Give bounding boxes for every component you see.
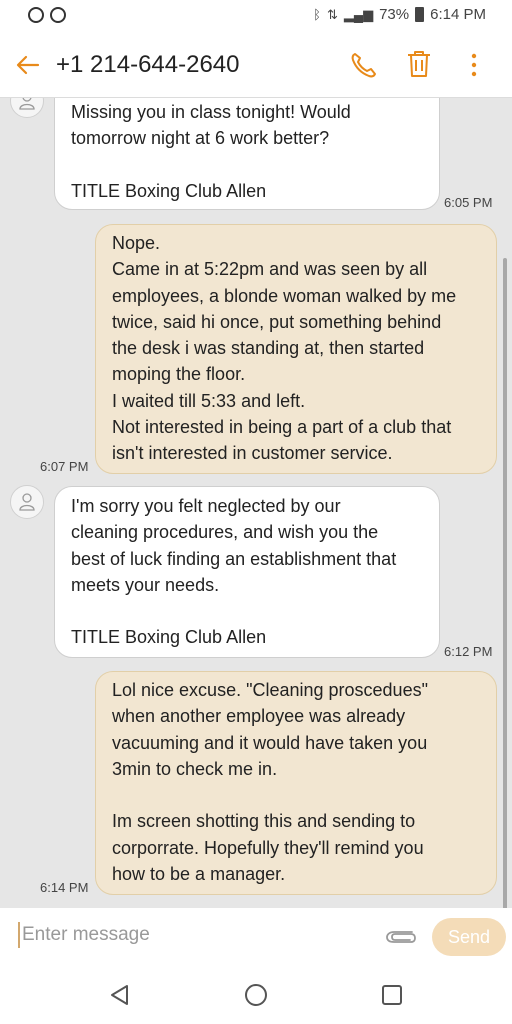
message-line: TITLE Boxing Club Allen <box>71 627 267 648</box>
message-line: moping the floor. <box>112 364 246 385</box>
message-line: twice, said hi once, put something behin… <box>112 311 442 332</box>
scrollbar[interactable] <box>503 258 507 908</box>
status-right: ᛒ ⇅ ▂▄▆ 73% 6:14 PM <box>313 6 486 23</box>
message-input[interactable]: Enter message <box>18 922 150 948</box>
contact-avatar-icon[interactable] <box>10 98 44 118</box>
phone-icon[interactable] <box>349 50 379 80</box>
message-line: Not interested in being a part of a club… <box>112 417 452 438</box>
status-bar: ᛒ ⇅ ▂▄▆ 73% 6:14 PM <box>0 0 512 32</box>
app-bar: +1 214-644-2640 <box>0 32 512 98</box>
notification-icons <box>28 7 66 23</box>
message-line: TITLE Boxing Club Allen <box>71 180 267 201</box>
message-line: Missing you in class tonight! Would <box>71 102 351 122</box>
message-line: meets your needs. <box>71 574 220 595</box>
notification-icon <box>50 7 66 23</box>
message-line: best of luck finding an establishment th… <box>71 548 397 569</box>
message-line: I waited till 5:33 and left. <box>112 390 306 411</box>
composer: Enter message Send <box>0 908 512 964</box>
contact-title: +1 214-644-2640 <box>56 51 240 78</box>
message-bubble-outgoing[interactable]: Nope. Came in at 5:22pm and was seen by … <box>95 224 497 474</box>
message-line: the desk i was standing at, then started <box>112 338 425 359</box>
message-bubble-incoming[interactable]: Missing you in class tonight! Would tomo… <box>54 98 440 210</box>
message-timestamp: 6:05 PM <box>444 195 493 210</box>
message-line: isn't interested in customer service. <box>112 443 393 464</box>
message-line: I'm sorry you felt neglected by our <box>71 496 341 516</box>
message-thread[interactable]: Missing you in class tonight! Would tomo… <box>0 98 512 908</box>
send-button[interactable]: Send <box>432 918 506 956</box>
message-line: Im screen shotting this and sending to <box>112 811 416 832</box>
message-bubble-incoming[interactable]: I'm sorry you felt neglected by our clea… <box>54 486 440 658</box>
network-icon: ⇅ <box>326 6 338 22</box>
more-vert-icon[interactable] <box>464 50 484 80</box>
bluetooth-icon: ᛒ <box>313 7 321 22</box>
message-bubble-outgoing[interactable]: Lol nice excuse. "Cleaning proscedues" w… <box>95 671 497 895</box>
back-triangle-icon[interactable] <box>108 983 132 1007</box>
message-timestamp: 6:07 PM <box>40 459 89 474</box>
message-line: corporrate. Hopefully they'll remind you <box>112 837 424 858</box>
home-circle-icon[interactable] <box>244 983 268 1007</box>
message-line <box>71 152 423 178</box>
system-nav-bar <box>0 964 512 1024</box>
recents-square-icon[interactable] <box>380 983 404 1007</box>
message-line: vacuuming and it would have taken you <box>112 732 428 753</box>
message-timestamp: 6:14 PM <box>40 880 89 895</box>
clock: 6:14 PM <box>430 6 486 23</box>
message-line <box>112 782 480 808</box>
trash-icon[interactable] <box>405 49 433 79</box>
battery-percent: 73% <box>379 6 410 23</box>
message-line <box>71 598 423 624</box>
message-line: Nope. <box>112 233 161 253</box>
notification-icon <box>28 7 44 23</box>
paperclip-icon[interactable] <box>382 924 418 948</box>
message-line: how to be a manager. <box>112 864 286 885</box>
message-line: cleaning procedures, and wish you the <box>71 522 379 543</box>
contact-avatar-icon[interactable] <box>10 485 44 519</box>
battery-icon <box>415 7 425 22</box>
message-line: employees, a blonde woman walked by me <box>112 285 457 306</box>
message-line: Came in at 5:22pm and was seen by all <box>112 259 428 280</box>
arrow-left-icon[interactable] <box>14 51 42 79</box>
message-line: Lol nice excuse. "Cleaning proscedues" <box>112 680 428 700</box>
message-line: tomorrow night at 6 work better? <box>71 128 330 149</box>
message-timestamp: 6:12 PM <box>444 644 493 659</box>
signal-icon: ▂▄▆ <box>343 6 374 22</box>
message-line: when another employee was already <box>112 706 406 727</box>
message-line: 3min to check me in. <box>112 758 278 779</box>
